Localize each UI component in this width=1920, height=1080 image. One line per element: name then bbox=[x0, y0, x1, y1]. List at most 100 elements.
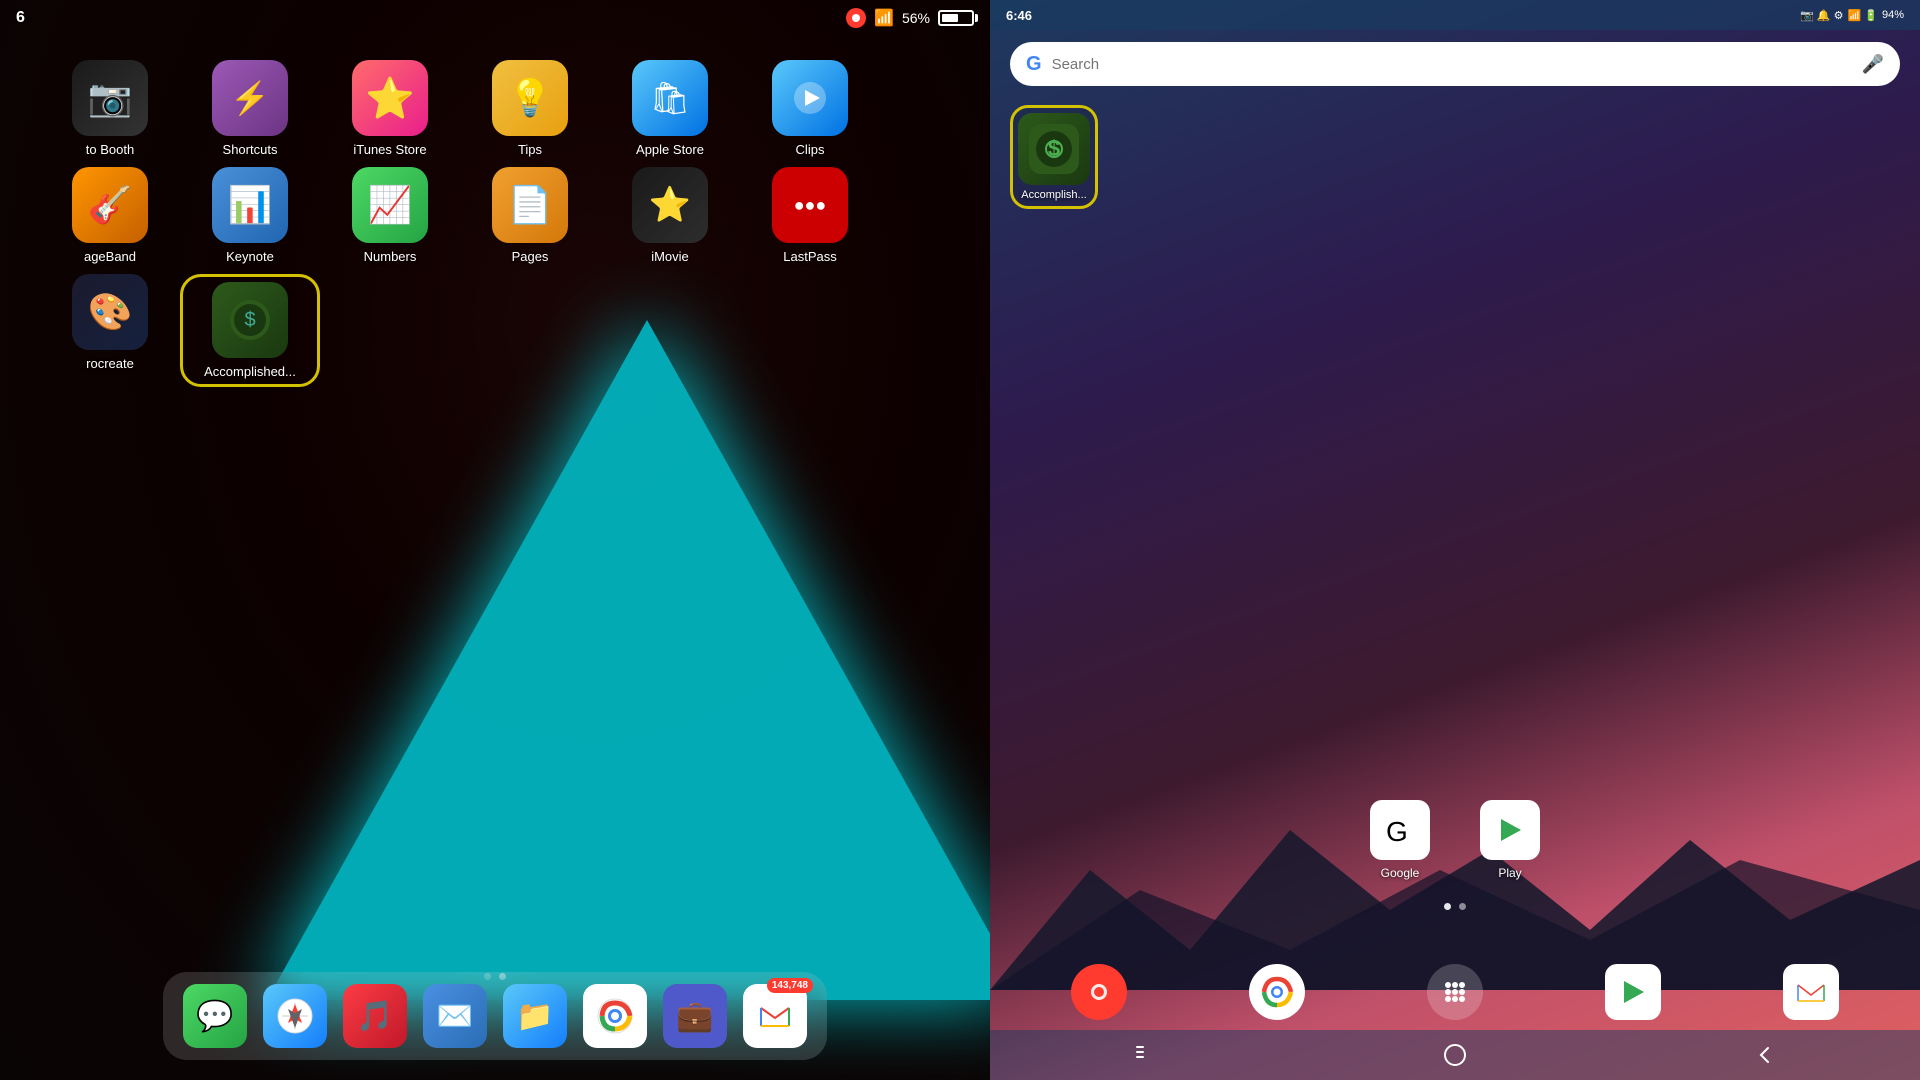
itunes-label: iTunes Store bbox=[353, 142, 426, 157]
dock-android-play[interactable] bbox=[1605, 964, 1661, 1020]
android-dot-1 bbox=[1444, 903, 1451, 910]
ipad-status-bar: 6 📶 56% bbox=[0, 0, 990, 36]
dock-chrome[interactable] bbox=[583, 984, 647, 1048]
app-lastpass[interactable]: ●●● LastPass bbox=[740, 167, 880, 264]
teal-decoration bbox=[267, 320, 990, 1000]
app-garageband[interactable]: 🎸 ageBand bbox=[40, 167, 180, 264]
imovie-icon: ⭐ bbox=[632, 167, 708, 243]
svg-text:G: G bbox=[1386, 816, 1408, 847]
app-tips[interactable]: 💡 Tips bbox=[460, 60, 600, 157]
android-status-icons: 📷 🔔 ⚙ 📶 🔋 94% bbox=[1800, 9, 1904, 22]
android-page-indicators bbox=[1444, 903, 1466, 910]
ipad-status-icons: 📶 56% bbox=[846, 8, 974, 28]
app-procreate[interactable]: 🎨 rocreate bbox=[40, 274, 180, 387]
app-clips[interactable]: Clips bbox=[740, 60, 880, 157]
tips-label: Tips bbox=[518, 142, 542, 157]
gmail-badge: 143,748 bbox=[767, 978, 813, 993]
tips-icon: 💡 bbox=[492, 60, 568, 136]
app-row-2: 🎸 ageBand 📊 Keynote 📈 Numbers 📄 Pages ⭐ … bbox=[40, 167, 950, 264]
ipad-screen: 6 📶 56% 📷 to Booth ⚡ Shortcuts ⭐ bbox=[0, 0, 990, 1080]
garageband-label: ageBand bbox=[84, 249, 136, 264]
pages-label: Pages bbox=[512, 249, 549, 264]
app-photobooth[interactable]: 📷 to Booth bbox=[40, 60, 180, 157]
android-status-bar: 6:46 📷 🔔 ⚙ 📶 🔋 94% bbox=[990, 0, 1920, 30]
android-notification-icons: 📷 🔔 ⚙ bbox=[1800, 9, 1843, 22]
dock-music[interactable]: 🎵 bbox=[343, 984, 407, 1048]
appstore-icon: 🛍 bbox=[632, 60, 708, 136]
photobooth-icon: 📷 bbox=[72, 60, 148, 136]
android-accomplished-icon: $ bbox=[1018, 113, 1090, 185]
android-dot-2 bbox=[1459, 903, 1466, 910]
numbers-label: Numbers bbox=[364, 249, 417, 264]
app-itunes[interactable]: ⭐ iTunes Store bbox=[320, 60, 460, 157]
android-time: 6:46 bbox=[1006, 8, 1032, 23]
android-panel: 6:46 📷 🔔 ⚙ 📶 🔋 94% G 🎤 $ Accomplish... bbox=[990, 0, 1920, 1080]
app-accomplished[interactable]: $ Accomplished... bbox=[180, 274, 320, 387]
keynote-label: Keynote bbox=[226, 249, 274, 264]
app-grid: 📷 to Booth ⚡ Shortcuts ⭐ iTunes Store 💡 … bbox=[0, 50, 990, 407]
android-connectivity-icons: 📶 🔋 bbox=[1848, 9, 1878, 22]
app-pages[interactable]: 📄 Pages bbox=[460, 167, 600, 264]
procreate-label: rocreate bbox=[86, 356, 134, 371]
android-back-button[interactable] bbox=[1745, 1035, 1785, 1075]
android-accomplished-app[interactable]: $ Accomplish... bbox=[1010, 105, 1098, 209]
app-appstore[interactable]: 🛍 Apple Store bbox=[600, 60, 740, 157]
dock-gmail[interactable]: 143,748 bbox=[743, 984, 807, 1048]
numbers-icon: 📈 bbox=[352, 167, 428, 243]
garageband-icon: 🎸 bbox=[72, 167, 148, 243]
clips-icon bbox=[772, 60, 848, 136]
clips-label: Clips bbox=[796, 142, 825, 157]
play-app-icon bbox=[1480, 800, 1540, 860]
app-shortcuts[interactable]: ⚡ Shortcuts bbox=[180, 60, 320, 157]
keynote-icon: 📊 bbox=[212, 167, 288, 243]
google-logo: G bbox=[1026, 53, 1042, 76]
imovie-label: iMovie bbox=[651, 249, 689, 264]
play-app-label: Play bbox=[1498, 866, 1521, 880]
accomplished-label: Accomplished... bbox=[204, 364, 296, 379]
microphone-icon[interactable]: 🎤 bbox=[1862, 54, 1884, 75]
dock-android-chrome[interactable] bbox=[1249, 964, 1305, 1020]
svg-text:$: $ bbox=[244, 309, 255, 331]
dock-app-drawer[interactable] bbox=[1427, 964, 1483, 1020]
app-row-1: 📷 to Booth ⚡ Shortcuts ⭐ iTunes Store 💡 … bbox=[40, 60, 950, 157]
app-numbers[interactable]: 📈 Numbers bbox=[320, 167, 460, 264]
search-input[interactable] bbox=[1052, 56, 1852, 73]
ipad-time: 6 bbox=[16, 9, 25, 27]
pages-icon: 📄 bbox=[492, 167, 568, 243]
android-play-app[interactable]: Play bbox=[1480, 800, 1540, 880]
app-imovie[interactable]: ⭐ iMovie bbox=[600, 167, 740, 264]
android-nav-bar bbox=[990, 1030, 1920, 1080]
record-indicator bbox=[846, 8, 866, 28]
battery-indicator bbox=[938, 10, 974, 26]
android-apps-row: G Google Play bbox=[990, 800, 1920, 880]
google-app-icon: G bbox=[1370, 800, 1430, 860]
android-recents-button[interactable] bbox=[1125, 1035, 1165, 1075]
android-battery-percent: 94% bbox=[1882, 9, 1904, 21]
photobooth-label: to Booth bbox=[86, 142, 134, 157]
battery-percent: 56% bbox=[902, 10, 930, 26]
dock-mail[interactable]: ✉️ bbox=[423, 984, 487, 1048]
dock-safari[interactable] bbox=[263, 984, 327, 1048]
dock-messages[interactable]: 💬 bbox=[183, 984, 247, 1048]
dock-screen-recorder[interactable] bbox=[1071, 964, 1127, 1020]
wifi-icon: 📶 bbox=[874, 8, 894, 28]
android-home-button[interactable] bbox=[1435, 1035, 1475, 1075]
accomplished-icon: $ bbox=[212, 282, 288, 358]
shortcuts-label: Shortcuts bbox=[223, 142, 278, 157]
dock-android-gmail[interactable] bbox=[1783, 964, 1839, 1020]
app-keynote[interactable]: 📊 Keynote bbox=[180, 167, 320, 264]
battery-fill bbox=[942, 14, 958, 22]
ipad-dock: 💬 🎵 ✉️ 📁 bbox=[163, 972, 827, 1060]
app-row-3: 🎨 rocreate $ Accomplished... bbox=[40, 274, 950, 387]
shortcuts-icon: ⚡ bbox=[212, 60, 288, 136]
android-dock bbox=[1010, 964, 1900, 1020]
dock-files[interactable]: 📁 bbox=[503, 984, 567, 1048]
dock-teams[interactable]: 💼 bbox=[663, 984, 727, 1048]
appstore-label: Apple Store bbox=[636, 142, 704, 157]
google-app-label: Google bbox=[1381, 866, 1420, 880]
itunes-icon: ⭐ bbox=[352, 60, 428, 136]
google-search-bar[interactable]: G 🎤 bbox=[1010, 42, 1900, 86]
lastpass-label: LastPass bbox=[783, 249, 836, 264]
android-accomplished-label: Accomplish... bbox=[1018, 189, 1090, 201]
android-google-app[interactable]: G Google bbox=[1370, 800, 1430, 880]
